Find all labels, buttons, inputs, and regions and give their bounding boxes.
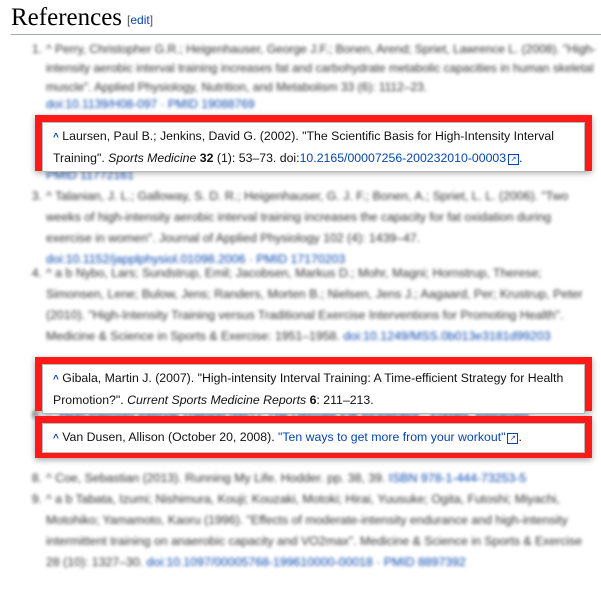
heading-divider xyxy=(11,34,601,35)
bracket: ] xyxy=(149,13,154,27)
edit-section-link[interactable]: [edit] xyxy=(127,13,153,27)
ref-number: 3. xyxy=(31,189,42,203)
ref-links[interactable]: doi:10.1139/H08-097 · PMID 19088769 xyxy=(46,96,255,113)
ref-journal: Current Sports Medicine Reports xyxy=(127,393,307,407)
ref-pages: (1): 53–73. doi: xyxy=(213,151,300,165)
references-heading: References xyxy=(11,4,123,31)
edit-label[interactable]: edit xyxy=(130,13,149,27)
ref-links[interactable]: doi:10.1097/00005768-199610000-00018 · P… xyxy=(147,555,466,569)
ref-number: 8. xyxy=(31,471,42,485)
ref-text: ^ Coe, Sebastian (2013). Running My Life… xyxy=(46,471,386,485)
period: . xyxy=(518,430,522,444)
doi-link[interactable]: 10.2165/00007256-200232010-00003 xyxy=(300,151,507,165)
ref-number: 4. xyxy=(31,266,42,280)
reference-item: 4. ^ a b Nybo, Lars; Sundstrup, Emil; Jac… xyxy=(28,263,583,347)
period: . xyxy=(519,151,523,165)
ref-links[interactable]: ISBN 978-1-444-73253-5 xyxy=(389,471,526,485)
backlink-caret[interactable]: ^ xyxy=(53,433,59,444)
ref-number: 9. xyxy=(31,492,42,506)
reference-item: 8. ^ Coe, Sebastian (2013). Running My Li… xyxy=(28,468,583,489)
highlight-box-laursen: ^ Laursen, Paul B.; Jenkins, David G. (2… xyxy=(35,115,592,172)
reference-item: 3. ^ Talanian, J. L.; Galloway, S. D. R.;… xyxy=(28,186,583,270)
article-link[interactable]: "Ten ways to get more from your workout" xyxy=(278,430,505,444)
ref-volume: 32 xyxy=(199,151,214,165)
ref-text: ^ Perry, Christopher G.R.; Heigenhauser,… xyxy=(46,42,596,94)
reference-laursen: ^ Laursen, Paul B.; Jenkins, David G. (2… xyxy=(42,122,585,172)
backlink-caret[interactable]: ^ xyxy=(53,132,59,143)
external-link-icon: ↗ xyxy=(507,433,519,444)
reference-item: 9. ^ a b Tabata, Izumi; Nishimura, Kouji;… xyxy=(28,489,583,573)
ref-links[interactable]: doi:10.1249/MSS.0b013e3181d99203 xyxy=(343,329,550,343)
ref-citation: Van Dusen, Allison (October 20, 2008). xyxy=(62,430,279,444)
highlight-box-gibala: ^ Gibala, Martin J. (2007). "High-intens… xyxy=(35,357,592,414)
reference-item: 1. ^ Perry, Christopher G.R.; Heigenhause… xyxy=(28,40,601,97)
ref-pages: : 211–213. xyxy=(316,393,374,407)
ref-journal: Sports Medicine xyxy=(108,151,197,165)
backlink-caret[interactable]: ^ xyxy=(53,374,59,385)
external-link-icon: ↗ xyxy=(508,154,520,165)
ref-text: ^ Talanian, J. L.; Galloway, S. D. R.; H… xyxy=(46,189,569,245)
reference-vandusen: ^ Van Dusen, Allison (October 20, 2008).… xyxy=(42,423,585,453)
ref-number: 1. xyxy=(31,42,42,56)
reference-gibala: ^ Gibala, Martin J. (2007). "High-intens… xyxy=(42,364,585,414)
highlight-box-vandusen: ^ Van Dusen, Allison (October 20, 2008).… xyxy=(35,416,592,458)
